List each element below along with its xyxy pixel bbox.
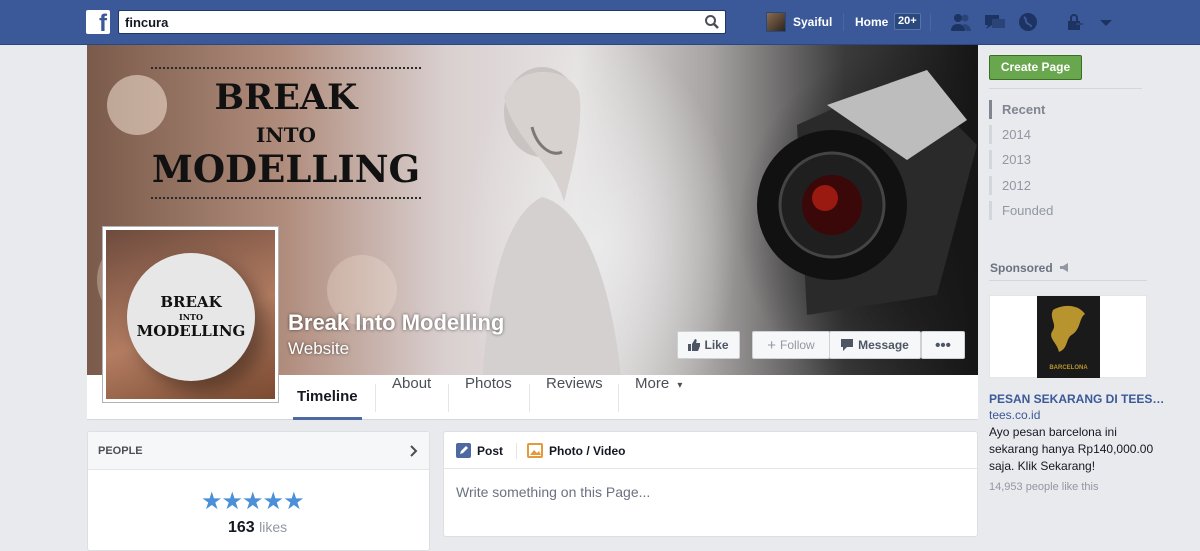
user-name[interactable]: Syaiful — [793, 15, 832, 29]
cover-title-line2: INTO — [256, 123, 316, 147]
title-dotted-line — [151, 197, 421, 199]
facebook-logo-icon[interactable]: f — [86, 10, 110, 34]
like-button-label: Like — [704, 338, 729, 352]
composer-photo-label: Photo / Video — [549, 443, 626, 458]
caret-down-icon: ▾ — [677, 380, 683, 391]
notifications-globe-icon[interactable] — [1016, 11, 1040, 33]
ad-shirt-image: BARCELONA — [1037, 296, 1100, 378]
home-count-badge: 20+ — [894, 13, 921, 30]
search-icon[interactable] — [704, 14, 720, 30]
ad-shirt-text: BARCELONA — [1049, 365, 1088, 371]
ad-likes: 14,953 people like this — [989, 481, 1099, 493]
divider — [989, 280, 1147, 281]
top-navigation-bar: f Syaiful Home 20+ — [0, 0, 1200, 45]
friend-requests-icon[interactable] — [949, 11, 973, 33]
tab-reviews[interactable]: Reviews — [546, 375, 603, 420]
composer-text-input[interactable]: Write something on this Page... — [456, 484, 650, 500]
privacy-lock-icon[interactable] — [1063, 11, 1087, 33]
profile-logo-line1: BREAK — [160, 293, 222, 311]
search-input[interactable] — [119, 11, 689, 33]
post-composer: Post Photo / Video Write something on th… — [443, 431, 978, 537]
people-header[interactable]: PEOPLE — [88, 432, 429, 470]
rating-stars: ★★★★★ — [201, 488, 305, 515]
likes-count[interactable]: 163 likes — [228, 519, 287, 537]
composer-post-label: Post — [477, 443, 504, 458]
messages-icon[interactable] — [983, 11, 1007, 33]
profile-logo-circle: BREAK INTO MODELLING — [127, 253, 255, 381]
user-profile-link[interactable]: Syaiful — [766, 12, 832, 32]
search-box[interactable] — [118, 10, 726, 34]
like-button[interactable]: Like — [677, 331, 740, 359]
page-name[interactable]: Break Into Modelling — [288, 310, 504, 336]
composer-tabs: Post Photo / Video — [444, 432, 977, 469]
ad-body: Ayo pesan barcelona ini sekarang hanya R… — [989, 425, 1154, 473]
divider — [930, 13, 931, 31]
avatar[interactable] — [766, 12, 786, 32]
tab-photos[interactable]: Photos — [465, 375, 512, 420]
ad-title[interactable]: PESAN SEKARANG DI TEES… — [989, 392, 1164, 406]
year-founded[interactable]: Founded — [989, 201, 1053, 220]
chevron-right-icon[interactable] — [410, 445, 418, 457]
year-2014[interactable]: 2014 — [989, 125, 1031, 144]
message-icon — [841, 339, 854, 351]
profile-logo-line3: MODELLING — [136, 322, 246, 340]
divider — [618, 384, 619, 412]
likes-label: likes — [259, 519, 288, 535]
megaphone-icon — [1060, 263, 1069, 272]
chevron-down-icon[interactable] — [1094, 11, 1118, 33]
plus-icon: + — [767, 336, 777, 354]
follow-button[interactable]: + Follow — [752, 331, 830, 359]
profile-picture[interactable]: BREAK INTO MODELLING — [102, 226, 279, 403]
divider — [375, 384, 376, 412]
page-category[interactable]: Website — [288, 339, 349, 359]
divider — [529, 384, 530, 412]
pencil-icon — [456, 443, 471, 458]
cover-title-line1: BREAK — [214, 77, 358, 118]
tab-more-label: More — [635, 375, 670, 392]
photo-icon — [527, 443, 543, 458]
follow-button-label: Follow — [780, 338, 815, 352]
divider — [843, 13, 844, 31]
profile-logo-line2: INTO — [179, 312, 203, 322]
sponsored-label: Sponsored — [990, 261, 1053, 275]
title-dotted-line — [151, 67, 421, 69]
home-link[interactable]: Home — [855, 15, 888, 29]
message-button[interactable]: Message — [829, 331, 921, 359]
divider — [448, 384, 449, 412]
thumbs-up-icon — [688, 339, 701, 351]
shirt-graphic-icon — [1051, 305, 1085, 352]
divider — [989, 88, 1142, 89]
year-recent[interactable]: Recent — [989, 100, 1045, 119]
tab-about[interactable]: About — [392, 375, 431, 420]
composer-tab-post[interactable]: Post — [456, 443, 503, 458]
divider — [516, 443, 517, 459]
composer-tab-photo[interactable]: Photo / Video — [527, 443, 625, 458]
profile-picture-image: BREAK INTO MODELLING — [106, 230, 275, 399]
people-title: PEOPLE — [98, 445, 143, 457]
create-page-button[interactable]: Create Page — [989, 55, 1082, 80]
people-box: PEOPLE ★★★★★ 163 likes — [87, 431, 430, 551]
tab-timeline[interactable]: Timeline — [293, 375, 362, 420]
sponsored-header: Sponsored — [990, 261, 1071, 275]
ad-image[interactable]: BARCELONA — [989, 295, 1147, 378]
likes-number: 163 — [228, 519, 255, 536]
year-2012[interactable]: 2012 — [989, 176, 1031, 195]
cover-title-line3: MODELLING — [151, 147, 421, 191]
more-actions-button[interactable]: ••• — [921, 331, 965, 359]
year-2013[interactable]: 2013 — [989, 150, 1031, 169]
camera-photo — [757, 70, 977, 315]
message-button-label: Message — [858, 338, 909, 352]
tab-more[interactable]: More ▾ — [635, 375, 682, 420]
ad-domain[interactable]: tees.co.id — [989, 408, 1040, 422]
